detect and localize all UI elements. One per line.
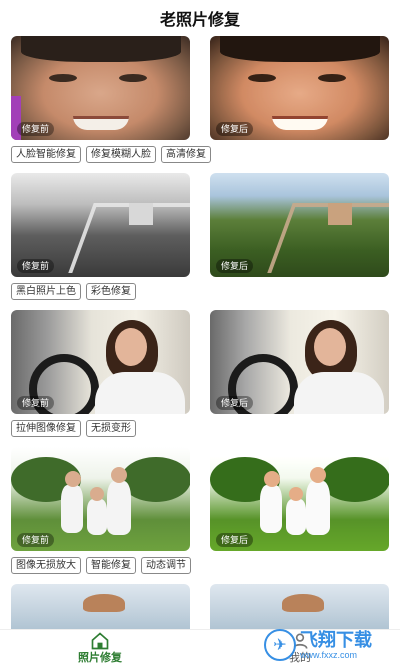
after-badge: 修复后 bbox=[216, 259, 254, 273]
before-photo: 修复前 bbox=[11, 310, 190, 414]
example-upscale: 修复前 修复后 图像无损放大 智能修复 动态调节 bbox=[0, 447, 400, 584]
tree bbox=[320, 457, 389, 502]
feature-tag[interactable]: 黑白照片上色 bbox=[11, 283, 81, 300]
before-badge: 修复前 bbox=[17, 533, 55, 547]
left-eye bbox=[248, 74, 276, 82]
watchtower bbox=[328, 203, 352, 225]
before-photo: 修复前 bbox=[11, 173, 190, 277]
right-eye bbox=[119, 74, 147, 82]
head bbox=[310, 467, 326, 483]
feature-tag[interactable]: 彩色修复 bbox=[86, 283, 136, 300]
page-title: 老照片修复 bbox=[0, 0, 400, 36]
after-photo: 修复后 bbox=[210, 310, 389, 414]
hat bbox=[282, 594, 324, 612]
face bbox=[314, 328, 346, 366]
right-eye bbox=[318, 74, 346, 82]
shirt bbox=[294, 372, 384, 414]
before-badge: 修复前 bbox=[17, 396, 55, 410]
page-title-text: 老照片修复 bbox=[159, 12, 240, 29]
mouth bbox=[272, 116, 328, 130]
after-photo: 修复后 bbox=[210, 36, 389, 140]
feature-tag[interactable]: 高清修复 bbox=[161, 146, 211, 163]
father bbox=[107, 481, 131, 535]
hair bbox=[220, 36, 380, 62]
child bbox=[87, 499, 107, 535]
head bbox=[90, 487, 104, 501]
face bbox=[115, 328, 147, 366]
before-badge: 修复前 bbox=[17, 259, 55, 273]
example-partial bbox=[0, 584, 400, 629]
feature-tag[interactable]: 人脸智能修复 bbox=[11, 146, 81, 163]
feature-tags: 黑白照片上色 彩色修复 bbox=[11, 277, 389, 310]
feature-tag[interactable]: 修复模糊人脸 bbox=[86, 146, 156, 163]
head bbox=[264, 471, 280, 487]
feature-tag[interactable]: 图像无损放大 bbox=[11, 557, 81, 574]
head bbox=[65, 471, 81, 487]
hat bbox=[83, 594, 125, 612]
photo-examples-list[interactable]: 修复前 修复后 人脸智能修复 修复模糊人脸 高清修复 修复前 修复后 黑白照片上… bbox=[0, 36, 400, 629]
tree bbox=[121, 457, 190, 502]
father bbox=[306, 481, 330, 535]
feature-tags: 人脸智能修复 修复模糊人脸 高清修复 bbox=[11, 140, 389, 173]
left-eye bbox=[49, 74, 77, 82]
after-photo: 修复后 bbox=[210, 447, 389, 551]
after-badge: 修复后 bbox=[216, 122, 254, 136]
mother bbox=[260, 485, 282, 533]
feature-tags: 拉伸图像修复 无损变形 bbox=[11, 414, 389, 447]
feature-tag[interactable]: 拉伸图像修复 bbox=[11, 420, 81, 437]
feature-tags: 图像无损放大 智能修复 动态调节 bbox=[11, 551, 389, 584]
nav-label: 照片修复 bbox=[78, 652, 122, 664]
before-badge: 修复前 bbox=[17, 122, 55, 136]
child bbox=[286, 499, 306, 535]
example-colorize: 修复前 修复后 黑白照片上色 彩色修复 bbox=[0, 173, 400, 310]
after-badge: 修复后 bbox=[216, 533, 254, 547]
after-badge: 修复后 bbox=[216, 396, 254, 410]
hair bbox=[21, 36, 181, 62]
head bbox=[111, 467, 127, 483]
watchtower bbox=[129, 203, 153, 225]
example-stretch-repair: 修复前 修复后 拉伸图像修复 无损变形 bbox=[0, 310, 400, 447]
before-photo: 修复前 bbox=[11, 447, 190, 551]
head bbox=[289, 487, 303, 501]
shirt bbox=[95, 372, 185, 414]
home-icon bbox=[91, 632, 109, 650]
mother bbox=[61, 485, 83, 533]
after-photo: 修复后 bbox=[210, 173, 389, 277]
site-watermark: ✈ 飞翔下载 www.fxxz.com bbox=[264, 625, 394, 665]
watermark-url: www.fxxz.com bbox=[300, 650, 358, 660]
feature-tag[interactable]: 智能修复 bbox=[86, 557, 136, 574]
before-photo bbox=[11, 584, 190, 629]
before-photo: 修复前 bbox=[11, 36, 190, 140]
feature-tag[interactable]: 无损变形 bbox=[86, 420, 136, 437]
watermark-title: 飞翔下载 bbox=[300, 630, 372, 650]
example-face-repair: 修复前 修复后 人脸智能修复 修复模糊人脸 高清修复 bbox=[0, 36, 400, 173]
after-photo bbox=[210, 584, 389, 629]
nav-photo-repair[interactable]: 照片修复 bbox=[40, 631, 160, 665]
feature-tag[interactable]: 动态调节 bbox=[141, 557, 191, 574]
mouth bbox=[73, 116, 129, 130]
watermark-logo-icon: ✈ bbox=[264, 629, 296, 661]
